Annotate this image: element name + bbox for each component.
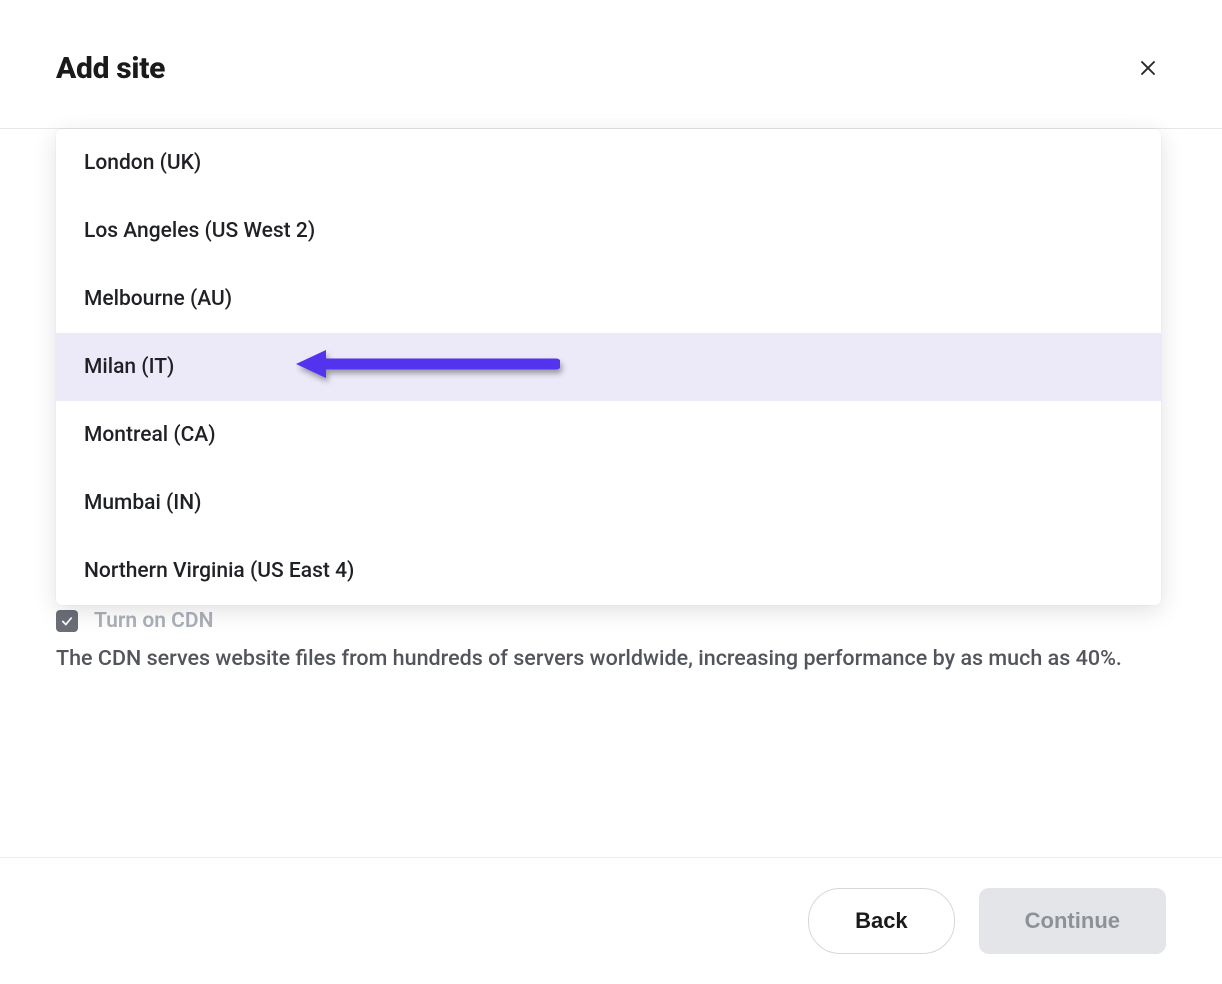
modal-footer: Back Continue (0, 857, 1222, 984)
location-option-label: Northern Virginia (US East 4) (84, 559, 354, 583)
cdn-label: Turn on CDN (94, 609, 213, 633)
cdn-section: Turn on CDN The CDN serves website files… (56, 609, 1166, 679)
cdn-toggle-row: Turn on CDN (56, 609, 1166, 633)
modal-title: Add site (56, 51, 165, 86)
location-option-label: Montreal (CA) (84, 423, 216, 447)
back-button[interactable]: Back (808, 888, 955, 954)
location-option[interactable]: Melbourne (AU) (56, 265, 1161, 333)
location-option-label: Mumbai (IN) (84, 491, 202, 515)
location-option[interactable]: London (UK) (56, 129, 1161, 197)
location-option[interactable]: Montreal (CA) (56, 401, 1161, 469)
modal-body: Turn on CDN The CDN serves website files… (0, 129, 1222, 857)
cdn-checkbox[interactable] (56, 610, 78, 632)
annotation-arrow (296, 348, 560, 386)
location-option[interactable]: Milan (IT) (56, 333, 1161, 401)
location-option[interactable]: Mumbai (IN) (56, 469, 1161, 537)
location-option-label: Los Angeles (US West 2) (84, 219, 315, 243)
location-option-label: Milan (IT) (84, 355, 174, 379)
close-icon (1139, 59, 1157, 77)
add-site-modal: Add site Turn on CDN The CDN serves webs… (0, 0, 1222, 984)
location-option-label: London (UK) (84, 151, 201, 175)
location-option[interactable]: Northern Virginia (US East 4) (56, 537, 1161, 605)
modal-header: Add site (0, 0, 1222, 129)
check-icon (60, 614, 74, 628)
location-option-label: Melbourne (AU) (84, 287, 232, 311)
cdn-description: The CDN serves website files from hundre… (56, 639, 1146, 679)
location-option[interactable]: Los Angeles (US West 2) (56, 197, 1161, 265)
continue-button[interactable]: Continue (979, 888, 1166, 954)
location-dropdown[interactable]: London (UK) Los Angeles (US West 2) Melbou… (56, 129, 1161, 605)
close-button[interactable] (1130, 50, 1166, 86)
arrow-left-icon (296, 348, 560, 380)
